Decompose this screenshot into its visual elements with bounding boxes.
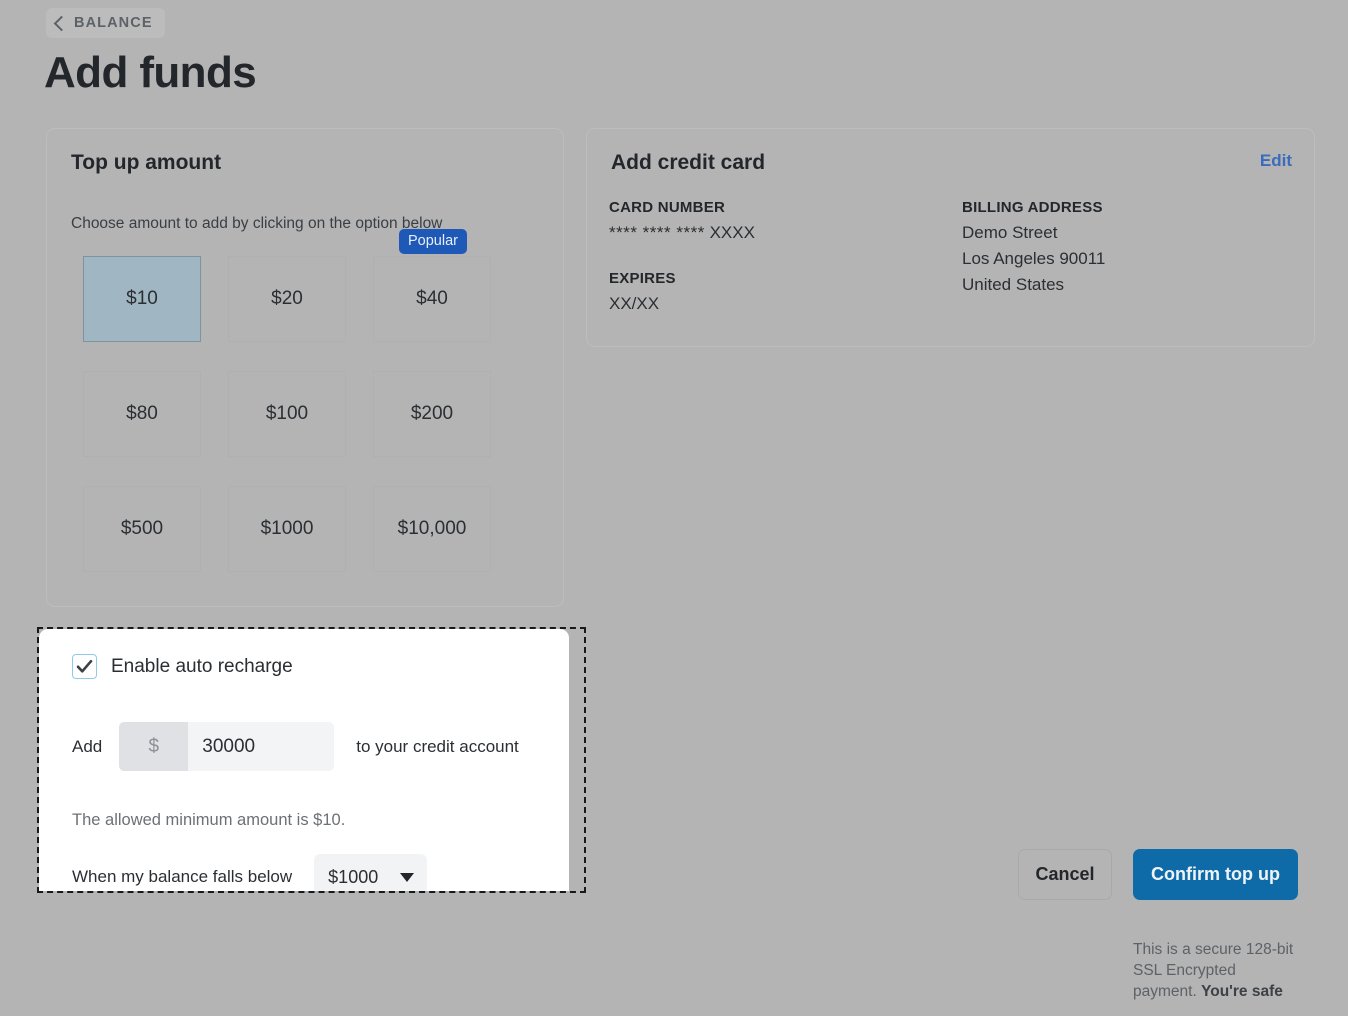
auto-recharge-panel: Enable auto recharge Add $ to your credi… <box>37 627 586 893</box>
recharge-amount-input[interactable] <box>188 722 334 771</box>
balance-threshold-value: $1000 <box>328 867 378 888</box>
edit-card-link[interactable]: Edit <box>1260 151 1292 171</box>
billing-address-column: BILLING ADDRESS Demo Street Los Angeles … <box>962 199 1105 298</box>
billing-address-line-3: United States <box>962 272 1105 298</box>
popular-badge: Popular <box>399 229 467 254</box>
expires-value: XX/XX <box>609 291 755 317</box>
amount-option-label: $1000 <box>261 518 314 540</box>
back-button-label: BALANCE <box>74 15 153 31</box>
amount-option-20[interactable]: $20 <box>228 256 346 342</box>
auto-recharge-card: Enable auto recharge Add $ to your credi… <box>39 629 569 893</box>
amount-options-grid: $10 $20 Popular $40 $80 $100 $200 $500 $… <box>83 256 491 572</box>
card-number-mask: **** **** **** <box>609 223 705 242</box>
amount-option-label: $100 <box>266 403 308 425</box>
balance-threshold-select[interactable]: $1000 <box>314 854 427 893</box>
chevron-left-icon <box>54 15 70 31</box>
amount-option-40[interactable]: Popular $40 <box>373 256 491 342</box>
secure-payment-note-bold: You're safe <box>1201 983 1283 1000</box>
amount-option-500[interactable]: $500 <box>83 486 201 572</box>
add-credit-card-heading: Add credit card <box>611 151 765 175</box>
top-up-amount-panel: Top up amount Choose amount to add by cl… <box>46 128 564 607</box>
amount-option-label: $20 <box>271 288 303 310</box>
page-title: Add funds <box>44 48 256 98</box>
enable-auto-recharge-row[interactable]: Enable auto recharge <box>72 654 293 679</box>
balance-threshold-row: When my balance falls below $1000 <box>72 854 427 893</box>
amount-option-1000[interactable]: $1000 <box>228 486 346 572</box>
recharge-amount-row: Add $ to your credit account <box>72 722 519 771</box>
add-credit-card-panel: Add credit card Edit CARD NUMBER **** **… <box>586 128 1315 347</box>
amount-option-80[interactable]: $80 <box>83 371 201 457</box>
billing-address-line-1: Demo Street <box>962 220 1105 246</box>
amount-option-100[interactable]: $100 <box>228 371 346 457</box>
secure-payment-note: This is a secure 128-bit SSL Encrypted p… <box>1133 939 1303 1002</box>
billing-address-line-2: Los Angeles 90011 <box>962 246 1105 272</box>
chevron-down-icon <box>400 873 414 882</box>
amount-option-200[interactable]: $200 <box>373 371 491 457</box>
card-number-value: **** **** **** XXXX <box>609 220 755 246</box>
amount-option-label: $10 <box>126 288 158 310</box>
amount-option-label: $10,000 <box>398 518 467 540</box>
card-number-last4: XXXX <box>710 223 755 242</box>
confirm-top-up-button[interactable]: Confirm top up <box>1133 849 1298 900</box>
minimum-amount-helper-text: The allowed minimum amount is $10. <box>72 811 345 830</box>
add-label: Add <box>72 737 102 757</box>
enable-auto-recharge-checkbox[interactable] <box>72 654 97 679</box>
expires-label: EXPIRES <box>609 270 755 287</box>
currency-symbol-prefix: $ <box>119 722 188 771</box>
amount-option-10000[interactable]: $10,000 <box>373 486 491 572</box>
amount-option-label: $40 <box>416 288 448 310</box>
cancel-button[interactable]: Cancel <box>1018 849 1112 900</box>
amount-option-10[interactable]: $10 <box>83 256 201 342</box>
amount-option-label: $500 <box>121 518 163 540</box>
top-up-amount-heading: Top up amount <box>71 151 221 175</box>
recharge-amount-input-group: $ <box>119 722 334 771</box>
recharge-amount-suffix-label: to your credit account <box>356 737 519 757</box>
card-number-label: CARD NUMBER <box>609 199 755 216</box>
card-details-column: CARD NUMBER **** **** **** XXXX EXPIRES … <box>609 199 755 317</box>
amount-option-label: $80 <box>126 403 158 425</box>
top-up-amount-subtitle: Choose amount to add by clicking on the … <box>71 215 442 233</box>
back-to-balance-button[interactable]: BALANCE <box>46 8 165 38</box>
billing-address-label: BILLING ADDRESS <box>962 199 1105 216</box>
enable-auto-recharge-label: Enable auto recharge <box>111 656 293 678</box>
amount-option-label: $200 <box>411 403 453 425</box>
check-icon <box>75 657 94 676</box>
balance-threshold-label: When my balance falls below <box>72 867 292 887</box>
